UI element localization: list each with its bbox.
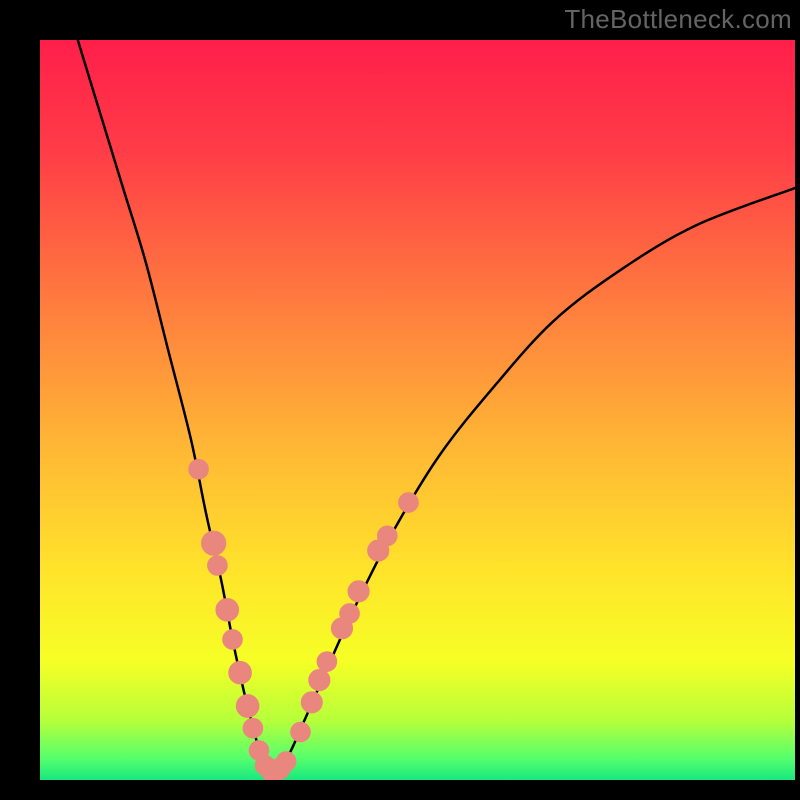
scatter-point — [340, 604, 360, 624]
scatter-point — [309, 670, 330, 691]
scatter-point — [189, 459, 209, 479]
chart-svg — [40, 40, 795, 780]
scatter-point — [276, 752, 296, 772]
scatter-point — [301, 692, 322, 713]
scatter-point — [399, 493, 419, 513]
scatter-point — [216, 598, 239, 621]
scatter-point — [348, 581, 369, 602]
scatter-point — [377, 526, 397, 546]
gradient-background — [40, 40, 795, 780]
scatter-point — [243, 718, 263, 738]
scatter-point — [317, 652, 337, 672]
chart-frame: TheBottleneck.com — [0, 0, 800, 800]
scatter-point — [223, 630, 243, 650]
scatter-point — [229, 661, 252, 684]
watermark-text: TheBottleneck.com — [564, 4, 792, 35]
scatter-point — [236, 695, 259, 718]
scatter-point — [208, 556, 228, 576]
scatter-point — [202, 531, 226, 555]
plot-area — [40, 40, 795, 780]
scatter-point — [291, 722, 311, 742]
